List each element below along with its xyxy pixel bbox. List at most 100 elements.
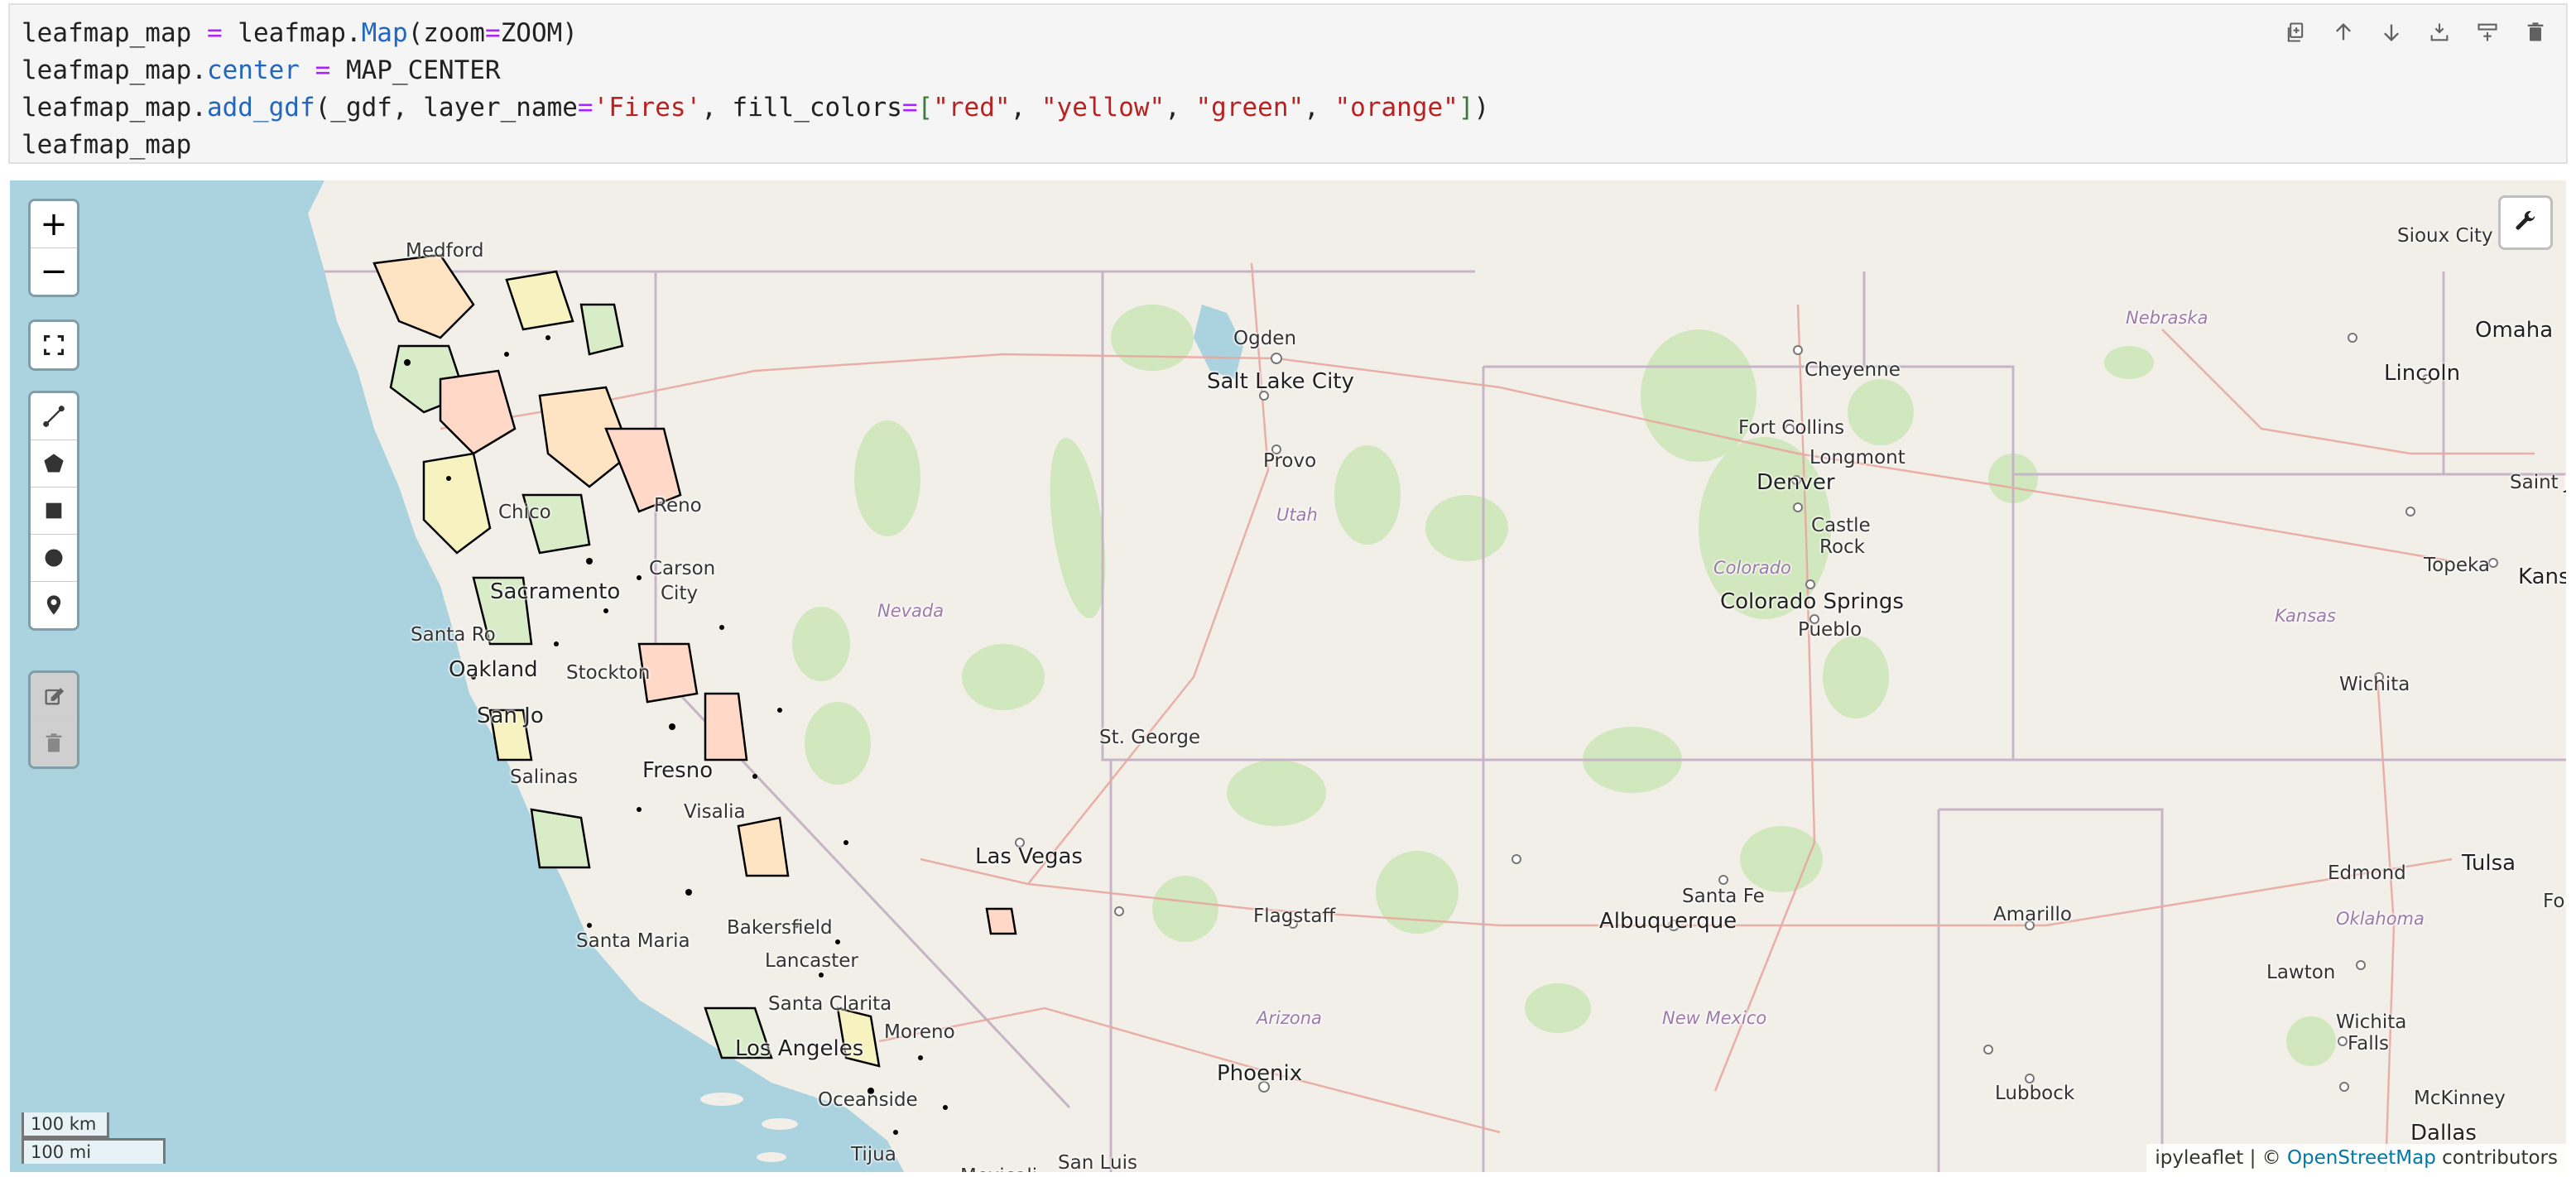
edit-layers-button[interactable] <box>31 673 77 720</box>
map-label: McKinney <box>2414 1088 2506 1109</box>
map-label: Omaha <box>2475 318 2554 343</box>
map-label: Topeka <box>2424 555 2490 576</box>
edit-icon <box>45 688 65 705</box>
delete-cell-button[interactable] <box>2518 15 2553 50</box>
delete-layers-button[interactable] <box>31 720 77 766</box>
map-label: Salt Lake City <box>1207 369 1354 394</box>
code-token: = <box>299 55 346 85</box>
draw-polyline-button[interactable] <box>31 393 77 440</box>
map-label: Arizona <box>1257 1008 1322 1028</box>
map-label: Colorado <box>1713 558 1791 578</box>
insert-below-button[interactable] <box>2470 15 2505 50</box>
code-token: add_gdf <box>206 93 315 123</box>
map-label: Phoenix <box>1217 1061 1303 1086</box>
polygon-icon <box>44 454 64 473</box>
map-label: Fort Collins <box>1738 417 1845 439</box>
map-label: Santa Fe <box>1682 886 1765 907</box>
insert-above-icon <box>2430 23 2449 41</box>
map-label: Amarillo <box>1993 904 2072 925</box>
circle-icon <box>45 549 63 567</box>
draw-toolbar <box>28 391 79 631</box>
map-label: Saint Jo <box>2510 472 2566 493</box>
move-up-button[interactable] <box>2326 15 2361 50</box>
openstreetmap-link[interactable]: OpenStreetMap <box>2287 1147 2436 1169</box>
map-label: Pueblo <box>1798 619 1862 641</box>
draw-polygon-button[interactable] <box>31 440 77 488</box>
scale-mi: 100 mi <box>22 1138 166 1164</box>
code-token: ZOOM) <box>500 18 578 48</box>
trash-icon <box>46 733 62 752</box>
leaflet-map[interactable]: Medford Ogden Salt Lake City Provo Utah … <box>10 180 2566 1172</box>
map-label: Provo <box>1263 450 1317 472</box>
zoom-in-button[interactable]: + <box>31 201 77 248</box>
delete-icon <box>2527 22 2544 41</box>
map-label: Chico <box>498 502 551 523</box>
insert-above-button[interactable] <box>2422 15 2457 50</box>
draw-rectangle-button[interactable] <box>31 488 77 535</box>
scale-km: 100 km <box>22 1112 109 1138</box>
map-label: Oakland <box>449 657 538 682</box>
map-label: Castle <box>1811 515 1871 536</box>
draw-circle-button[interactable] <box>31 535 77 582</box>
map-label: Sacramento <box>490 579 621 604</box>
scale-control: 100 km 100 mi <box>22 1112 166 1164</box>
map-label: Lincoln <box>2384 361 2461 386</box>
code-token: , <box>1010 93 1041 123</box>
code-line-1: leafmap_map = leafmap.Map(zoom=ZOOM) <box>22 15 1489 52</box>
map-label: Ogden <box>1233 328 1297 349</box>
code-editor[interactable]: leafmap_map = leafmap.Map(zoom=ZOOM) leaf… <box>22 15 1489 164</box>
map-label: St. George <box>1099 727 1201 748</box>
map-label: Lancaster <box>765 950 858 972</box>
map-label: Stockton <box>566 662 651 684</box>
map-label: Dallas <box>2410 1121 2477 1146</box>
code-token: 'Fires' <box>593 93 702 123</box>
map-label: Albuquerque <box>1599 909 1737 934</box>
code-token: (_gdf, layer_name <box>315 93 578 123</box>
map-label: Salinas <box>510 766 579 788</box>
map-label: Santa Clarita <box>768 993 892 1015</box>
map-label: Sioux City <box>2397 225 2493 247</box>
code-token: leafmap_map. <box>22 55 207 85</box>
zoom-out-button[interactable]: − <box>31 248 77 295</box>
map-label: Oceanside <box>818 1089 918 1111</box>
map-label: Rock <box>1819 536 1865 558</box>
attribution: ipyleaflet | © OpenStreetMap contributor… <box>2146 1144 2566 1172</box>
map-label: Carson <box>649 558 716 579</box>
code-token: = <box>484 18 501 48</box>
fullscreen-icon <box>43 334 65 356</box>
code-token: , fill_colors <box>701 93 902 123</box>
map-label: City <box>661 583 699 604</box>
map-label: Colorado Springs <box>1720 589 1904 614</box>
map-label: Tulsa <box>2462 851 2516 876</box>
attribution-suffix: contributors <box>2435 1147 2558 1169</box>
marker-icon <box>46 595 61 615</box>
map-label: Lubbock <box>1995 1083 2075 1104</box>
wrench-icon <box>2516 211 2535 230</box>
duplicate-cell-button[interactable] <box>2278 15 2313 50</box>
map-label: Kansas <box>2275 606 2336 626</box>
code-token: = <box>901 93 918 123</box>
arrow-up-icon <box>2336 23 2351 41</box>
map-label: Kans <box>2518 564 2566 589</box>
draw-marker-button[interactable] <box>31 582 77 628</box>
cell-toolbar <box>2278 15 2553 50</box>
toolbar-toggle-button[interactable] <box>2498 195 2553 250</box>
fullscreen-button[interactable] <box>31 322 77 368</box>
code-token: [ <box>917 93 934 123</box>
map-label: Los Angeles <box>735 1036 864 1061</box>
map-label: Santa Ro <box>411 624 496 646</box>
map-label: Moreno <box>884 1021 955 1043</box>
code-token: "yellow" <box>1040 93 1165 123</box>
code-token: leafmap_map. <box>22 93 207 123</box>
code-token: ) <box>1473 93 1490 123</box>
code-token: "orange" <box>1334 93 1459 123</box>
code-cell[interactable]: leafmap_map = leafmap.Map(zoom=ZOOM) leaf… <box>8 3 2568 164</box>
code-token: leafmap_map <box>22 130 192 160</box>
code-token: , <box>1165 93 1196 123</box>
code-token: center <box>206 55 300 85</box>
code-token: ] <box>1458 93 1474 123</box>
move-down-button[interactable] <box>2374 15 2409 50</box>
code-token: (zoom <box>407 18 485 48</box>
map-label: Cheyenne <box>1805 359 1901 381</box>
code-token: leafmap_map <box>22 18 207 48</box>
